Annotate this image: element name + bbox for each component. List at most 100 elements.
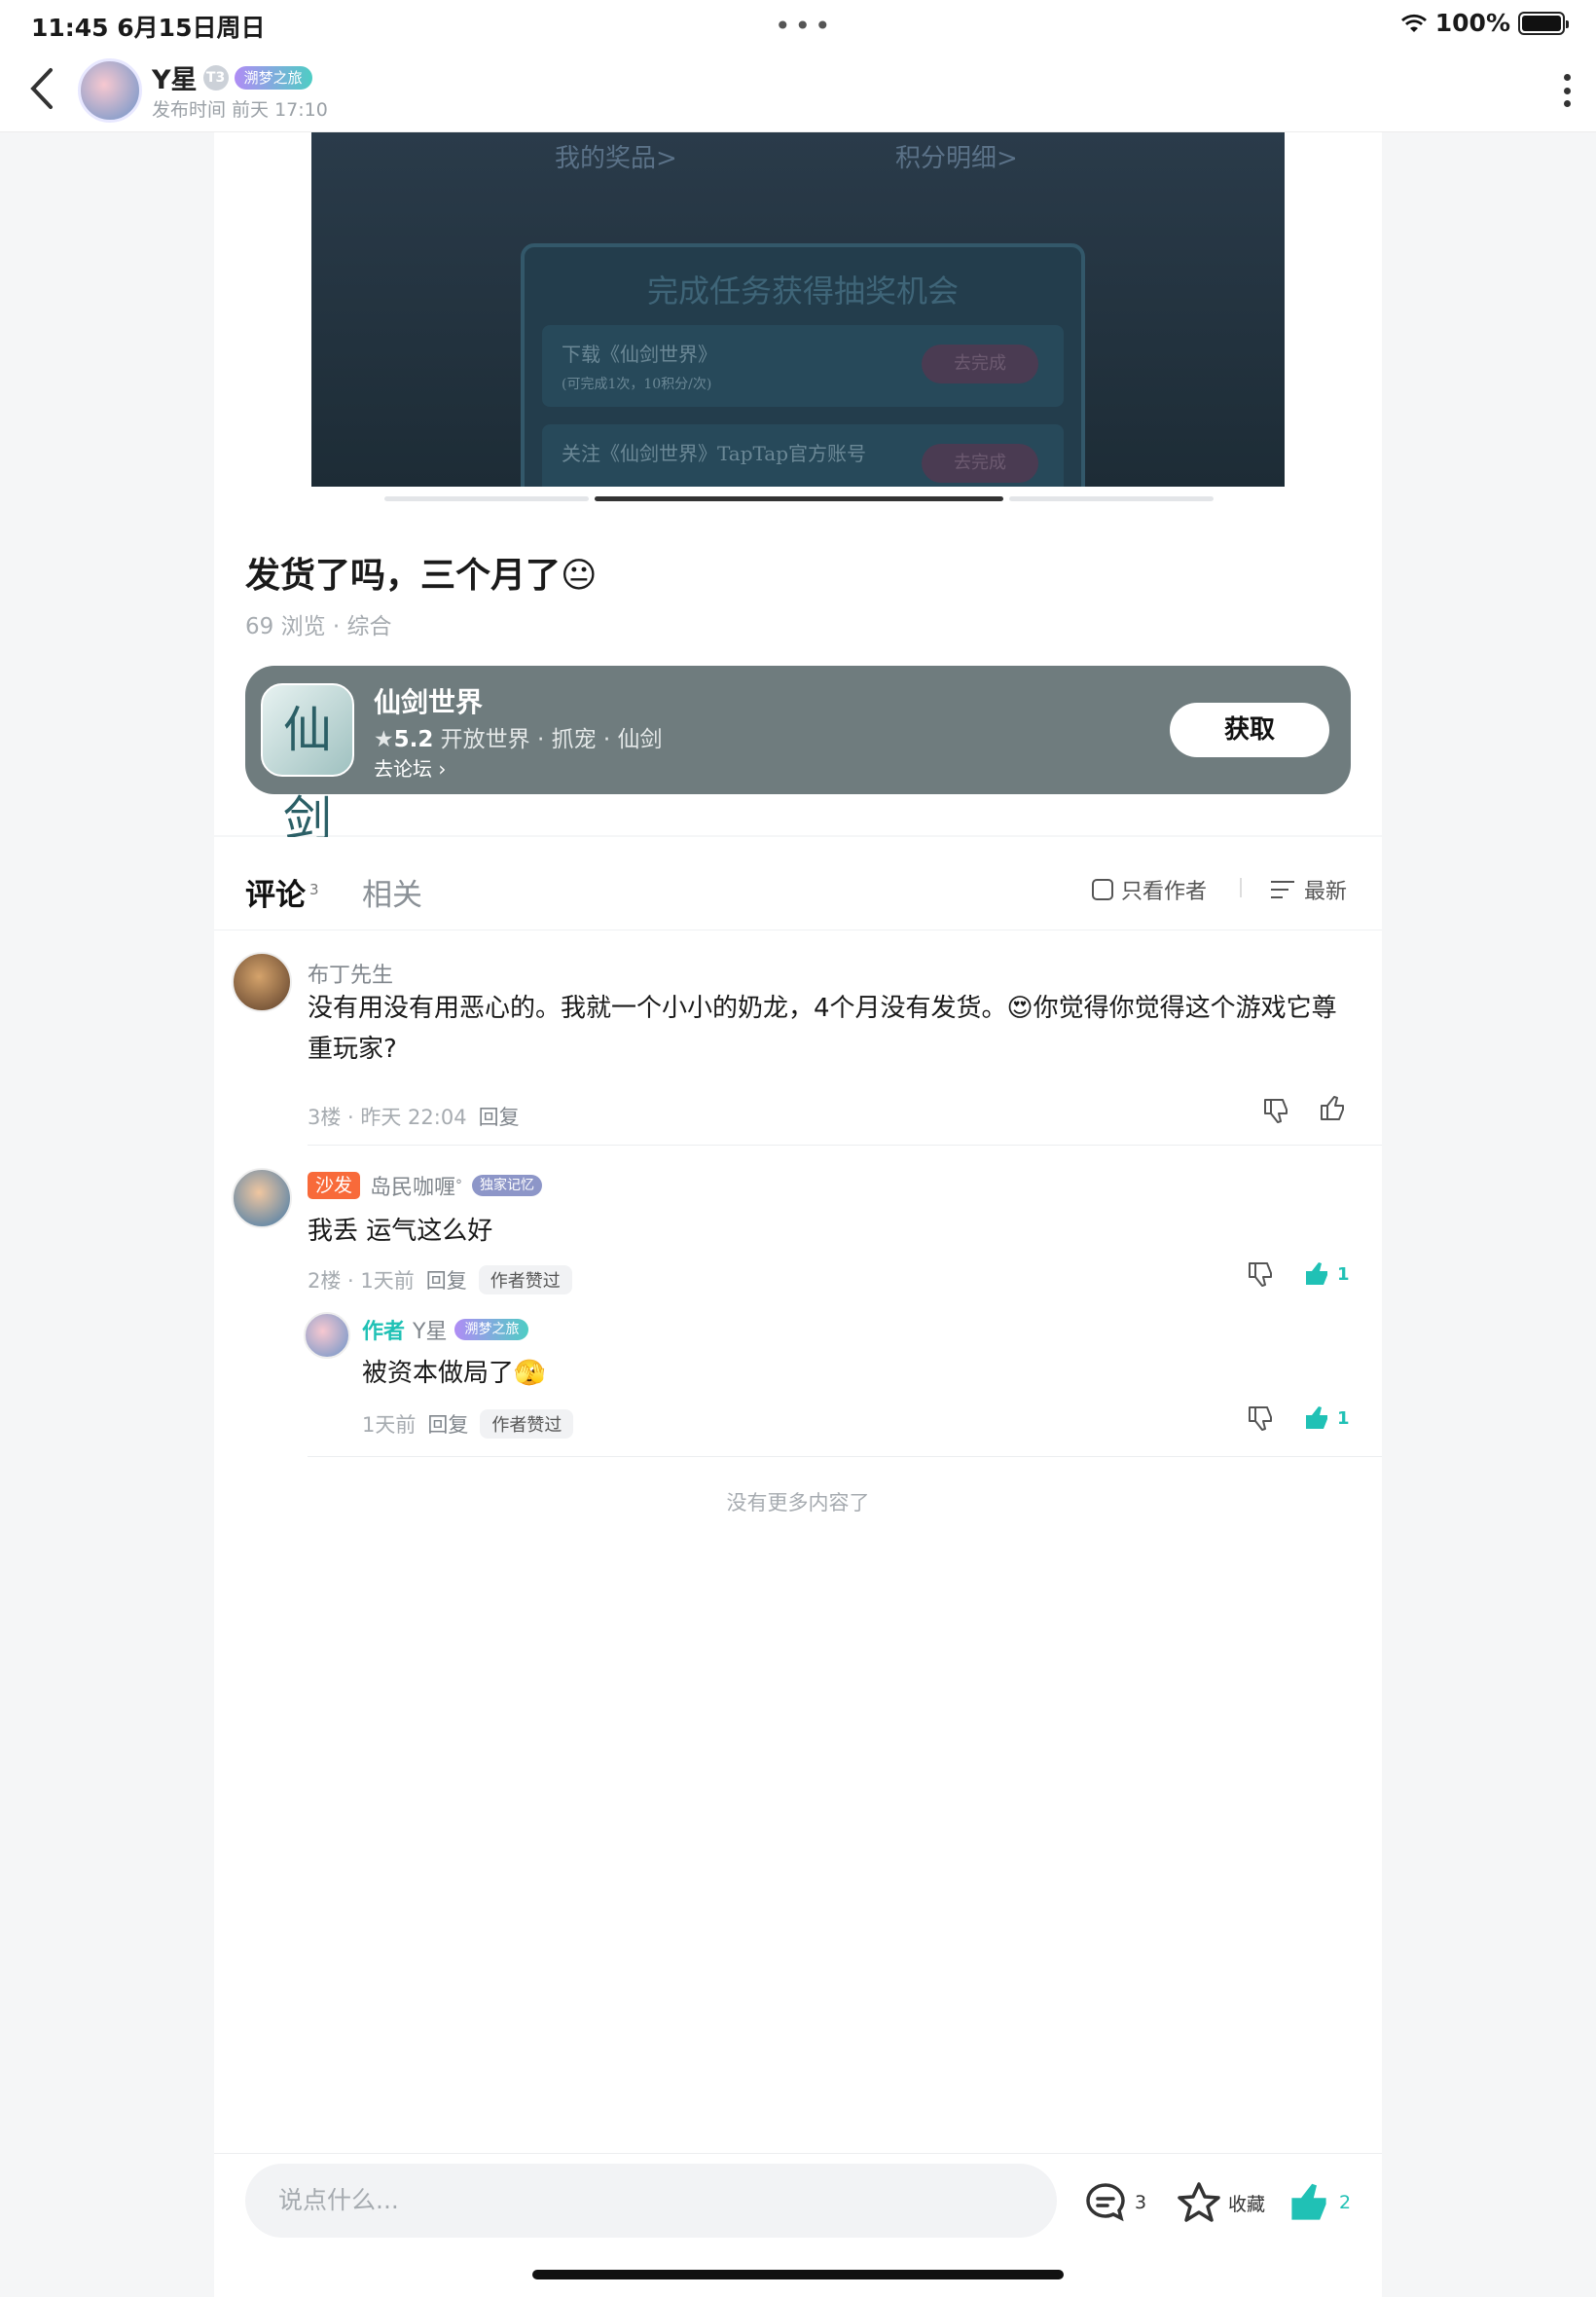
sofa-badge: 沙发 — [308, 1172, 361, 1199]
comment-tabs: 评论 3 相关 只看作者 最新 — [214, 837, 1382, 930]
sort-button[interactable]: 最新 — [1271, 874, 1347, 905]
dislike-button[interactable] — [1261, 1096, 1290, 1125]
game-forum-label[interactable]: 去论坛 — [374, 757, 438, 781]
comment-input[interactable]: 说点什么... — [245, 2164, 1057, 2238]
game-forum-link[interactable]: 去论坛 › — [374, 753, 446, 782]
post-views: 69 浏览 · 综合 — [245, 614, 392, 639]
dislike-button[interactable] — [1246, 1259, 1275, 1289]
post-image-card: 我的奖品> 积分明细> 完成任务获得抽奖机会 下载《仙剑世界》 (可完成1次，1… — [214, 132, 1382, 508]
status-bar: 11:45 6月15日周日 ••• 100% — [0, 0, 1596, 47]
avatar[interactable] — [304, 1312, 350, 1359]
post-header: Y星 T3 溯梦之旅 发布时间 前天 17:10 — [0, 47, 1596, 132]
banner-task-button: 去完成 — [922, 345, 1038, 383]
like-button[interactable] — [1318, 1094, 1347, 1123]
checkbox-icon[interactable] — [1092, 879, 1113, 900]
reply-text: 被资本做局了🫣 — [362, 1359, 546, 1388]
reply-author-name[interactable]: Y星 — [413, 1314, 447, 1345]
comment-meta: 2楼 · 1天前 回复 作者赞过 — [308, 1265, 572, 1294]
thumbs-up-icon — [1321, 1096, 1344, 1120]
tab-related[interactable]: 相关 — [362, 870, 422, 914]
banner-task-label: 关注《仙剑世界》TapTap官方账号 — [562, 442, 867, 465]
reply-button[interactable]: 回复 — [426, 1265, 467, 1294]
reply-button[interactable]: 回复 — [427, 1409, 468, 1439]
comment-floor: 3楼 · 昨天 22:04 — [308, 1106, 467, 1129]
pager-dot[interactable] — [384, 496, 589, 501]
battery-icon — [1518, 11, 1569, 35]
tab-comments[interactable]: 评论 3 — [245, 870, 319, 914]
thumbs-up-icon — [1291, 2183, 1326, 2220]
commenter-name[interactable]: 岛民咖喱 — [370, 1170, 455, 1201]
comment-floor: 2楼 · 1天前 — [308, 1269, 415, 1293]
game-card[interactable]: 仙剑 仙剑世界 ★5.2 开放世界 · 抓宠 · 仙剑 去论坛 › 获取 — [245, 666, 1351, 848]
author-avatar[interactable] — [78, 58, 142, 123]
star-icon: ★ — [374, 727, 394, 752]
comment-text: 没有用没有用恶心的。我就一个小小的奶龙，4个月没有发货。😍你觉得你觉得这个游戏它… — [308, 994, 1337, 1064]
comments-section: 评论 3 相关 只看作者 最新 布丁先生 没有用没有用恶心的。我就一个小小的奶龙，… — [214, 837, 1382, 2153]
reply-meta: 1天前 回复 作者赞过 — [362, 1409, 574, 1439]
reply-time: 1天前 — [362, 1413, 417, 1437]
divider — [308, 1145, 1382, 1146]
multitask-dots[interactable]: ••• — [775, 10, 835, 42]
only-author-label[interactable]: 只看作者 — [1121, 874, 1207, 905]
author-liked-chip: 作者赞过 — [478, 1265, 572, 1294]
like-count: 1 — [1337, 1407, 1350, 1429]
post-info-card: 发货了吗，三个月了😐 69 浏览 · 综合 仙剑 仙剑世界 ★5.2 开放世界 … — [214, 508, 1382, 848]
banner-task-label: 下载《仙剑世界》 — [562, 343, 717, 366]
banner-task-title: 完成任务获得抽奖机会 — [646, 273, 959, 310]
tab-comments-label[interactable]: 评论 — [245, 878, 306, 913]
author-liked-chip: 作者赞过 — [480, 1409, 574, 1439]
chevron-right-icon: › — [438, 757, 447, 781]
avatar[interactable] — [232, 1168, 292, 1228]
commenter-badge[interactable]: 独家记忆 — [472, 1175, 543, 1196]
pager-dot-active[interactable] — [595, 496, 1003, 501]
post-image[interactable]: 我的奖品> 积分明细> 完成任务获得抽奖机会 下载《仙剑世界》 (可完成1次，1… — [311, 132, 1285, 487]
like-button[interactable]: 1 — [1302, 1259, 1350, 1289]
author-badge[interactable]: 溯梦之旅 — [234, 65, 312, 90]
sort-icon — [1271, 879, 1294, 900]
banner-task-row: 下载《仙剑世界》 (可完成1次，10积分/次) 去完成 — [542, 325, 1064, 407]
game-name[interactable]: 仙剑世界 — [374, 681, 483, 720]
comment-count: 3 — [309, 880, 319, 898]
game-tags: 开放世界 · 抓宠 · 仙剑 — [433, 727, 663, 752]
collect-label[interactable]: 收藏 — [1228, 2190, 1265, 2216]
banner-link-prizes: 我的奖品> — [555, 144, 677, 173]
star-icon — [1178, 2182, 1220, 2222]
banner-task-box: 完成任务获得抽奖机会 下载《仙剑世界》 (可完成1次，10积分/次) 去完成 关… — [521, 243, 1085, 487]
like-button[interactable]: 1 — [1302, 1404, 1350, 1433]
publish-time: 发布时间 前天 17:10 — [152, 99, 328, 121]
sort-label[interactable]: 最新 — [1304, 874, 1347, 905]
divider — [1240, 878, 1242, 897]
game-icon[interactable]: 仙剑 — [261, 683, 354, 848]
comment-text: 我丢 运气这么好 — [308, 1217, 493, 1246]
home-indicator[interactable] — [532, 2270, 1064, 2279]
back-icon[interactable] — [27, 64, 66, 113]
get-game-button[interactable]: 获取 — [1170, 703, 1329, 757]
like-post-button[interactable]: 2 — [1285, 2179, 1351, 2226]
more-options-icon[interactable] — [1557, 68, 1577, 113]
comment-count-label: 3 — [1135, 2192, 1147, 2213]
thumbs-down-icon — [1249, 1262, 1272, 1287]
comment-icon — [1086, 2183, 1125, 2222]
comment-count-button[interactable]: 3 — [1082, 2179, 1146, 2226]
commenter-name[interactable]: 布丁先生 — [308, 958, 393, 989]
commenter-row: 沙发 岛民咖喱 ° 独家记忆 — [308, 1170, 543, 1201]
author-row[interactable]: Y星 T3 溯梦之旅 — [152, 58, 312, 96]
reply-author-badge[interactable]: 溯梦之旅 — [454, 1319, 529, 1340]
author-label: 作者 — [362, 1320, 406, 1344]
collect-button[interactable]: 收藏 — [1176, 2179, 1265, 2226]
battery-percent: 100% — [1434, 9, 1510, 37]
thumbs-down-icon — [1264, 1099, 1288, 1123]
like-post-count: 2 — [1339, 2192, 1352, 2213]
avatar[interactable] — [232, 952, 292, 1012]
only-author-toggle[interactable]: 只看作者 — [1092, 874, 1207, 905]
pager-dot[interactable] — [1009, 496, 1214, 501]
dislike-button[interactable] — [1246, 1404, 1275, 1433]
level-badge: T3 — [202, 64, 229, 91]
game-rating: 5.2 — [393, 727, 434, 752]
image-pager[interactable] — [384, 496, 1214, 501]
reply-button[interactable]: 回复 — [479, 1102, 520, 1131]
author-name[interactable]: Y星 — [152, 58, 198, 96]
divider — [308, 1456, 1382, 1457]
status-time: 11:45 6月15日周日 — [31, 14, 266, 42]
thumbs-up-icon — [1306, 1262, 1327, 1285]
